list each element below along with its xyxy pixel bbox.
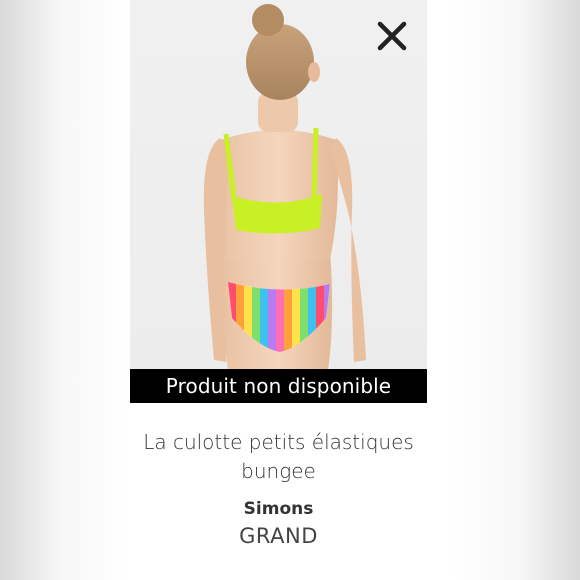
brand-name: Simons: [243, 499, 314, 519]
product-card[interactable]: Produit non disponible La culotte petits…: [130, 0, 452, 580]
close-icon: [377, 21, 407, 51]
unavailable-banner: Produit non disponible: [130, 369, 427, 403]
product-name[interactable]: La culotte petits élastiques bungee: [130, 428, 427, 486]
size-label: GRAND: [239, 524, 318, 548]
product-photo[interactable]: Produit non disponible: [130, 0, 427, 403]
close-button[interactable]: [374, 18, 410, 54]
page: Produit non disponible La culotte petits…: [0, 0, 580, 580]
model-illustration: [203, 4, 366, 403]
